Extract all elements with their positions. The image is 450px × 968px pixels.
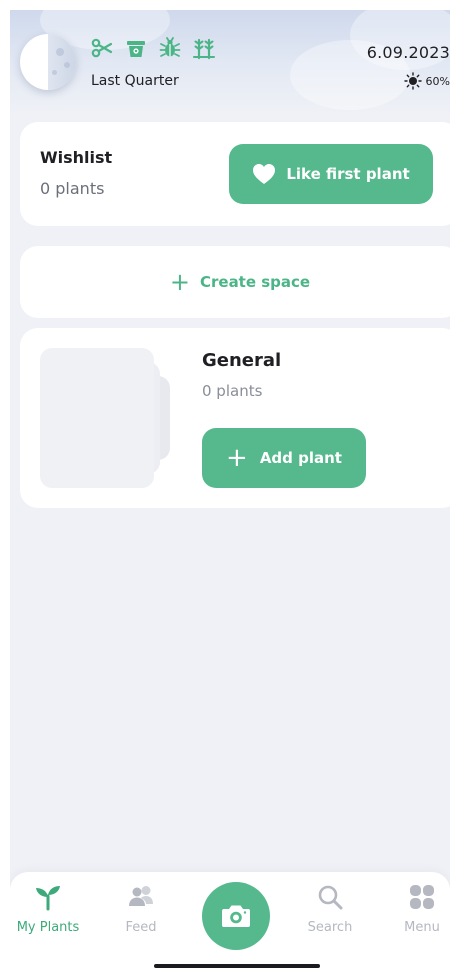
moon-phase-icon[interactable] — [20, 34, 76, 90]
plant-thumbnail-placeholder — [40, 348, 154, 488]
plus-icon: + — [226, 443, 248, 473]
humidity-value: 60% — [425, 74, 450, 88]
wishlist-title: Wishlist — [40, 148, 113, 167]
sprout-icon — [36, 886, 60, 911]
nav-menu[interactable]: Menu — [387, 882, 450, 935]
space-title: General — [202, 350, 282, 371]
heart-icon — [253, 164, 276, 184]
nav-label: Feed — [125, 920, 157, 935]
create-space-label: Create space — [199, 273, 311, 291]
space-card-general[interactable]: General 0 plants + Add plant — [20, 328, 450, 508]
weather-indicator: 60% — [403, 72, 450, 90]
camera-button[interactable] — [202, 882, 270, 950]
like-first-plant-button[interactable]: Like first plant — [229, 144, 433, 204]
nav-feed[interactable]: Feed — [106, 882, 176, 935]
search-icon — [318, 885, 343, 910]
activity-icons — [90, 36, 216, 60]
like-first-plant-label: Like first plant — [286, 165, 410, 183]
nav-label: My Plants — [16, 920, 80, 935]
camera-icon — [222, 905, 250, 927]
nav-search[interactable]: Search — [295, 882, 365, 935]
people-icon — [129, 886, 153, 906]
bug-icon[interactable] — [158, 36, 182, 60]
pot-icon[interactable] — [124, 36, 148, 60]
nav-label: Search — [307, 920, 353, 935]
plus-icon: + — [169, 268, 190, 296]
sun-icon — [403, 72, 422, 90]
date-label: 6.09.2023 — [366, 43, 450, 62]
create-space-button[interactable]: + Create space — [20, 246, 450, 318]
app-screen: Last Quarter 6.09.2023 60% Wishlist 0 pl… — [10, 10, 450, 968]
header: Last Quarter 6.09.2023 60% — [10, 10, 450, 114]
menu-grid-icon — [410, 885, 434, 909]
space-plant-count: 0 plants — [202, 382, 263, 400]
nav-label: Menu — [404, 920, 440, 935]
home-indicator — [154, 964, 320, 968]
wishlist-count: 0 plants — [40, 179, 105, 198]
moon-phase-label: Last Quarter — [91, 73, 179, 89]
seedlings-icon[interactable] — [192, 36, 216, 60]
nav-my-plants[interactable]: My Plants — [13, 882, 83, 935]
scissors-icon[interactable] — [90, 36, 114, 60]
add-plant-button[interactable]: + Add plant — [202, 428, 366, 488]
add-plant-label: Add plant — [259, 449, 342, 467]
bottom-navigation: My Plants Feed Search Menu — [10, 872, 450, 968]
wishlist-card[interactable]: Wishlist 0 plants Like first plant — [20, 122, 450, 226]
